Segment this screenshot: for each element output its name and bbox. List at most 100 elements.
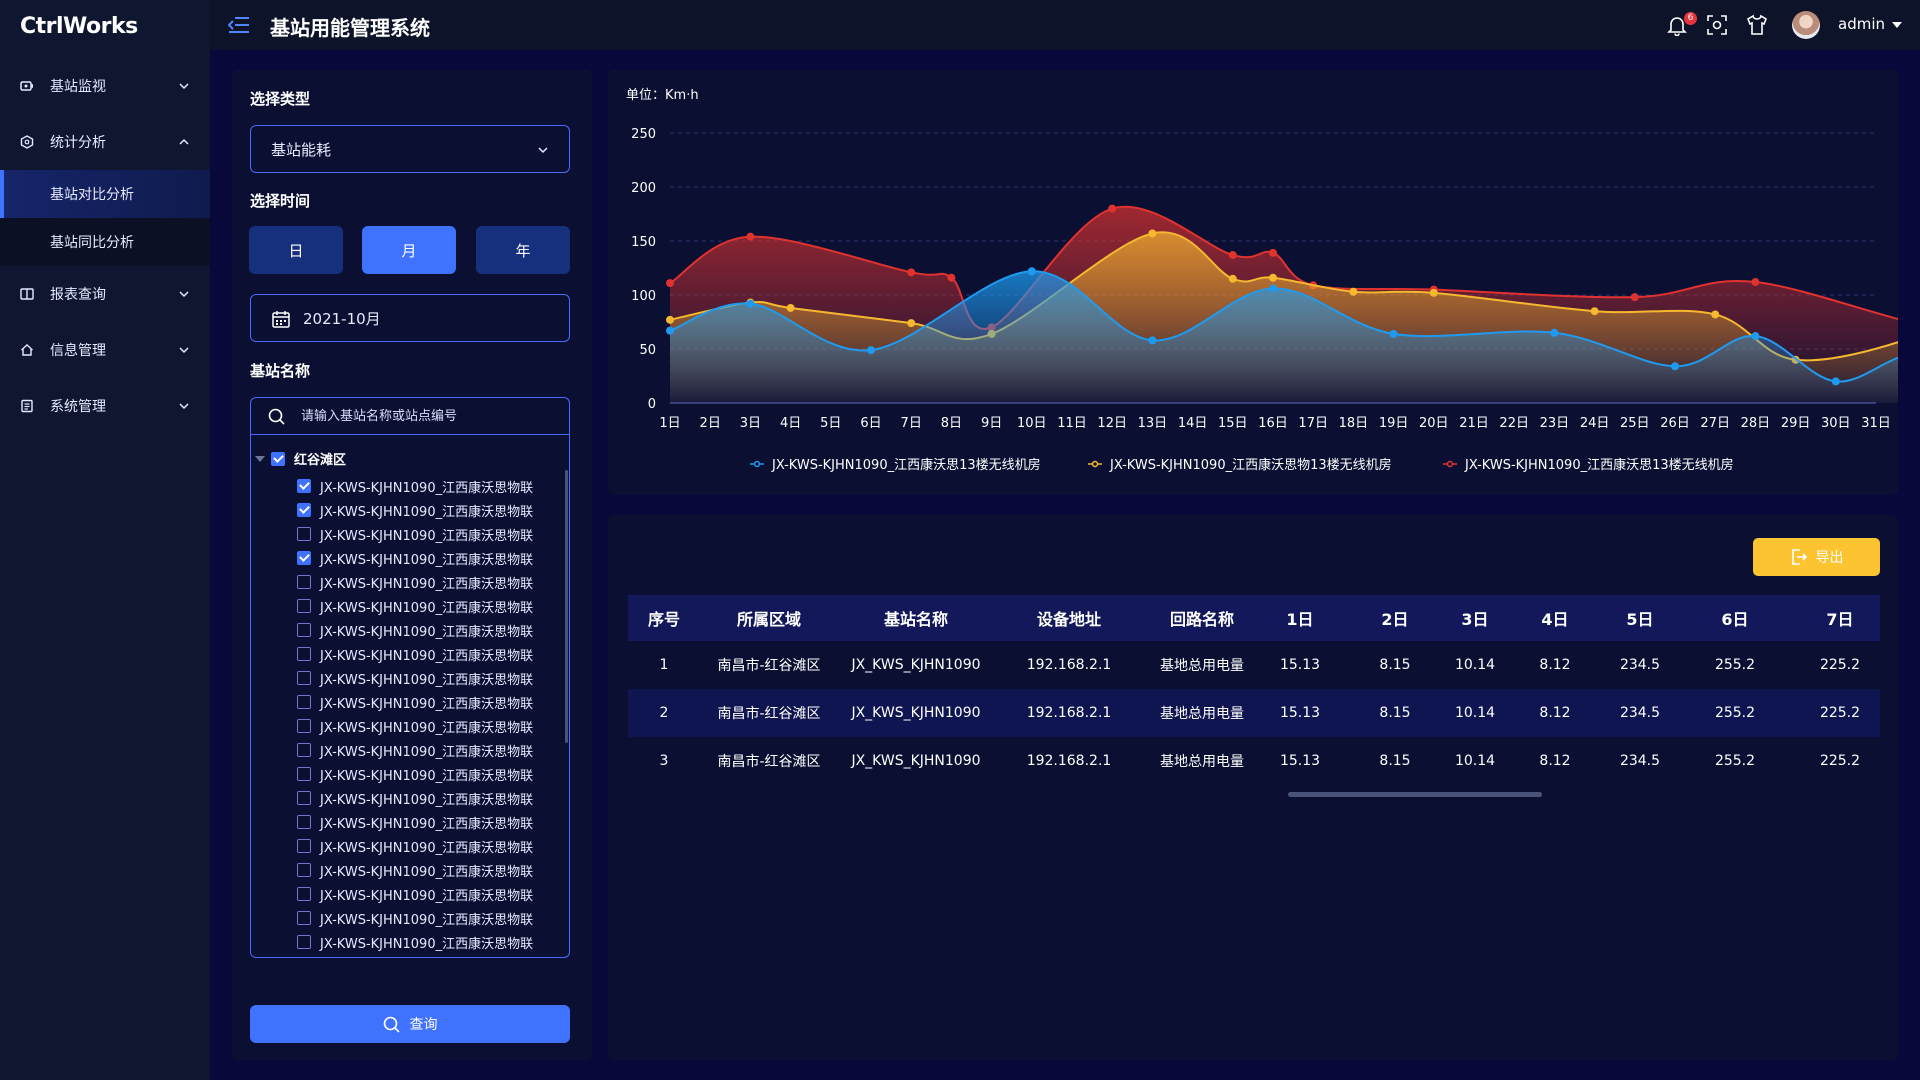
tree-item[interactable]: JX-KWS-KJHN1090_江西康沃思物联	[297, 498, 542, 522]
tree-item[interactable]: JX-KWS-KJHN1090_江西康沃思物联	[297, 546, 542, 570]
station-checkbox[interactable]	[297, 575, 311, 589]
caret-down-icon[interactable]	[1892, 22, 1902, 28]
user-name[interactable]: admin	[1838, 15, 1885, 33]
data-point	[786, 303, 795, 312]
station-checkbox[interactable]	[297, 503, 311, 517]
station-search-input[interactable]	[250, 397, 570, 435]
sidebar-item-report-query[interactable]: 报表查询	[0, 266, 210, 322]
station-checkbox[interactable]	[297, 719, 311, 733]
date-picker[interactable]: 2021-10月	[250, 294, 570, 342]
data-point	[746, 299, 755, 308]
data-point	[666, 326, 674, 335]
tree-item[interactable]: JX-KWS-KJHN1090_江西康沃思物联	[297, 762, 542, 786]
tree-item[interactable]: JX-KWS-KJHN1090_江西康沃思物联	[297, 666, 542, 690]
tree-item[interactable]: JX-KWS-KJHN1090_江西康沃思物联	[297, 594, 542, 618]
table-row[interactable]: 2 南昌市-红谷滩区 JX_KWS_KJHN1090 192.168.2.1 基地总用电…	[628, 689, 1880, 737]
station-label: JX-KWS-KJHN1090_江西康沃思物联	[320, 792, 534, 808]
chevron-down-icon	[179, 291, 189, 298]
station-checkbox[interactable]	[297, 887, 311, 901]
station-checkbox[interactable]	[297, 911, 311, 925]
table-cell: 8.15	[1379, 657, 1411, 673]
station-checkbox[interactable]	[297, 767, 311, 781]
sidebar-subitem-station-yoy[interactable]: 基站同比分析	[0, 218, 210, 266]
tree-item[interactable]: JX-KWS-KJHN1090_江西康沃思物联	[297, 858, 542, 882]
column-header: 序号	[647, 610, 680, 629]
station-checkbox[interactable]	[297, 599, 311, 613]
data-point	[1228, 251, 1237, 260]
station-label: JX-KWS-KJHN1090_江西康沃思物联	[320, 936, 534, 952]
column-header: 基站名称	[883, 610, 948, 629]
tshirt-icon[interactable]	[1746, 14, 1768, 36]
sidebar-subitem-station-compare[interactable]: 基站对比分析	[0, 170, 210, 218]
station-checkbox[interactable]	[297, 671, 311, 685]
tree-item[interactable]: JX-KWS-KJHN1090_江西康沃思物联	[297, 786, 542, 810]
tree-item[interactable]: JX-KWS-KJHN1090_江西康沃思物联	[297, 570, 542, 594]
tree-expand-icon[interactable]	[255, 455, 265, 462]
tree-item[interactable]: JX-KWS-KJHN1090_江西康沃思物联	[297, 618, 542, 642]
tree-item[interactable]: JX-KWS-KJHN1090_江西康沃思物联	[297, 738, 542, 762]
query-button[interactable]: 查询	[250, 1005, 570, 1043]
sidebar-item-station-monitor[interactable]: 基站监视	[0, 58, 210, 114]
data-point	[1751, 332, 1760, 341]
station-checkbox[interactable]	[297, 527, 311, 541]
station-checkbox[interactable]	[297, 791, 311, 805]
x-tick-label: 19日	[1379, 416, 1409, 431]
station-checkbox[interactable]	[297, 863, 311, 877]
top-header: 基站用能管理系统 6 admin	[210, 0, 1920, 50]
sidebar-item-statistics[interactable]: 统计分析	[0, 114, 210, 170]
tree-item[interactable]: JX-KWS-KJHN1090_江西康沃思物联	[297, 930, 542, 954]
station-checkbox[interactable]	[297, 839, 311, 853]
time-label: 选择时间	[250, 192, 311, 210]
table-cell: 15.13	[1279, 753, 1321, 769]
tree-item[interactable]: JX-KWS-KJHN1090_江西康沃思物联	[297, 714, 542, 738]
type-select[interactable]: 基站能耗	[250, 125, 570, 173]
x-tick-label: 29日	[1781, 416, 1811, 431]
tree-scrollbar[interactable]	[565, 470, 568, 743]
table-row[interactable]: 3 南昌市-红谷滩区 JX_KWS_KJHN1090 192.168.2.1 基地总用电…	[628, 737, 1880, 785]
tree-item[interactable]: JX-KWS-KJHN1090_江西康沃思物联	[297, 642, 542, 666]
x-tick-label: 4日	[780, 416, 801, 431]
period-month-button[interactable]: 月	[362, 226, 456, 274]
tree-item[interactable]: JX-KWS-KJHN1090_江西康沃思物联	[297, 810, 542, 834]
scan-icon[interactable]	[1706, 14, 1728, 36]
tree-item[interactable]: JX-KWS-KJHN1090_江西康沃思物联	[297, 906, 542, 930]
tree-item[interactable]: JX-KWS-KJHN1090_江西康沃思物联	[297, 882, 542, 906]
x-tick-label: 21日	[1459, 416, 1489, 431]
home-icon	[20, 343, 34, 357]
station-checkbox[interactable]	[297, 743, 311, 757]
station-label: JX-KWS-KJHN1090_江西康沃思物联	[320, 624, 534, 640]
table-cell: 15.13	[1279, 705, 1321, 721]
tree-item[interactable]: JX-KWS-KJHN1090_江西康沃思物联	[297, 954, 542, 957]
legend-label: JX-KWS-KJHN1090_江西康沃思物13楼无线机房	[1109, 457, 1392, 473]
tree-root[interactable]: 红谷滩区	[255, 449, 346, 468]
station-label: JX-KWS-KJHN1090_江西康沃思物联	[320, 600, 534, 616]
station-checkbox[interactable]	[297, 695, 311, 709]
station-checkbox[interactable]	[297, 647, 311, 661]
sidebar-item-info-management[interactable]: 信息管理	[0, 322, 210, 378]
table-row[interactable]: 1 南昌市-红谷滩区 JX_KWS_KJHN1090 192.168.2.1 基地总用电…	[628, 641, 1880, 689]
station-checkbox[interactable]	[297, 623, 311, 637]
avatar[interactable]	[1792, 11, 1820, 39]
menu-collapse-icon[interactable]	[228, 16, 250, 34]
period-year-button[interactable]: 年	[476, 226, 570, 274]
export-button[interactable]: 导出	[1753, 538, 1880, 576]
station-label: JX-KWS-KJHN1090_江西康沃思物联	[320, 888, 534, 904]
station-checkbox[interactable]	[297, 551, 311, 565]
table-cell: 234.5	[1619, 657, 1661, 673]
period-day-button[interactable]: 日	[249, 226, 343, 274]
data-point	[947, 273, 956, 282]
tree-item[interactable]: JX-KWS-KJHN1090_江西康沃思物联	[297, 474, 542, 498]
station-checkbox[interactable]	[297, 935, 311, 949]
station-checkbox[interactable]	[297, 815, 311, 829]
data-point	[1389, 329, 1398, 338]
tree-root-checkbox[interactable]	[271, 451, 285, 466]
table-horizontal-scrollbar[interactable]	[1288, 792, 1542, 797]
tree-item[interactable]: JX-KWS-KJHN1090_江西康沃思物联	[297, 522, 542, 546]
station-checkbox[interactable]	[297, 479, 311, 493]
tree-item[interactable]: JX-KWS-KJHN1090_江西康沃思物联	[297, 690, 542, 714]
tree-item[interactable]: JX-KWS-KJHN1090_江西康沃思物联	[297, 834, 542, 858]
x-tick-label: 11日	[1057, 416, 1087, 431]
sidebar-item-label: 系统管理	[50, 399, 106, 415]
data-point	[907, 268, 916, 277]
sidebar-item-system-management[interactable]: 系统管理	[0, 378, 210, 434]
